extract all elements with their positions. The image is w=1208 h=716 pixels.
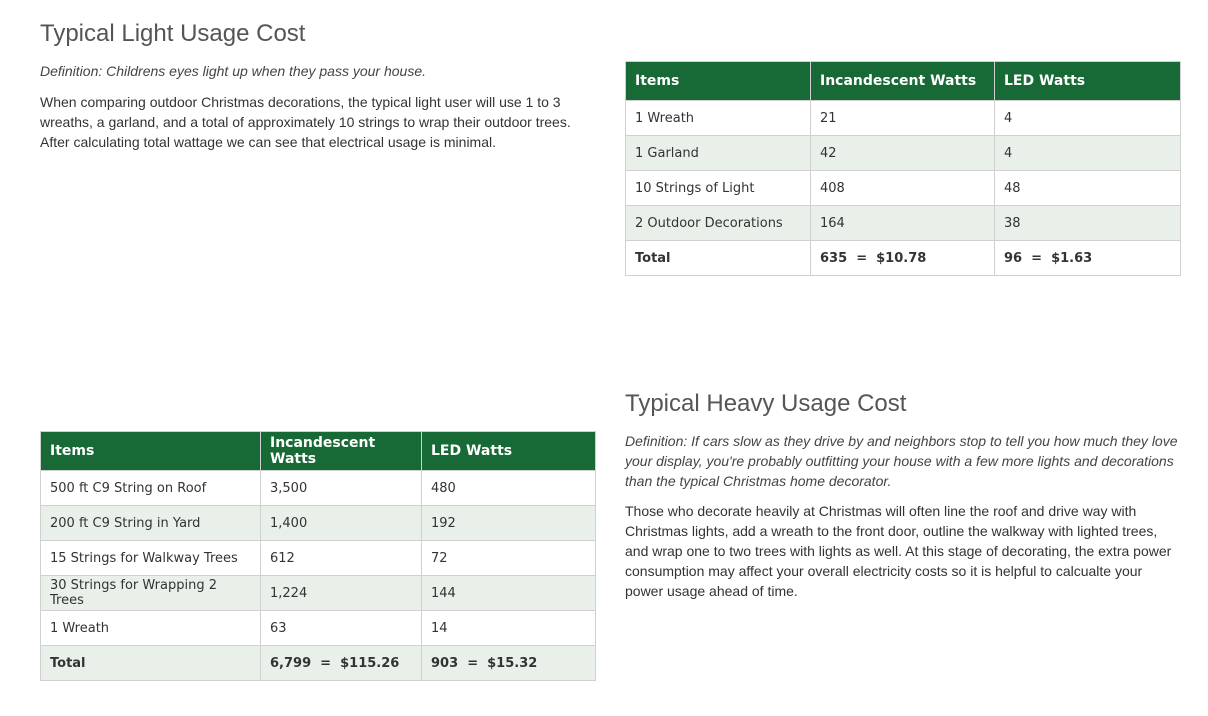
light-usage-title: Typical Light Usage Cost: [40, 20, 306, 47]
total-label: Total: [625, 240, 811, 276]
column-header-items: Items: [40, 431, 261, 471]
light-usage-definition: Definition: Childrens eyes light up when…: [40, 63, 426, 79]
incandescent-cell: 42: [810, 135, 995, 171]
light-usage-section: Typical Light Usage Cost Definition: Chi…: [40, 19, 600, 152]
heavy-usage-definition: Definition: If cars slow as they drive b…: [625, 431, 1195, 491]
heavy-usage-definition-line: your display, you're probably outfitting…: [625, 453, 1174, 469]
total-incandescent: 635 = $10.78: [810, 240, 995, 276]
item-cell: 15 Strings for Walkway Trees: [40, 540, 261, 576]
column-header-incandescent: Incandescent Watts: [260, 431, 422, 471]
table-header-row: Items Incandescent Watts LED Watts: [40, 431, 596, 471]
led-cell: 38: [994, 205, 1181, 241]
heavy-usage-description-line: Christmas lights, add a wreath to the fr…: [625, 523, 1158, 539]
led-cell: 4: [994, 135, 1181, 171]
total-led: 96 = $1.63: [994, 240, 1181, 276]
incandescent-cell: 408: [810, 170, 995, 206]
item-cell: 1 Garland: [625, 135, 811, 171]
column-header-incandescent: Incandescent Watts: [810, 61, 995, 101]
item-cell: 2 Outdoor Decorations: [625, 205, 811, 241]
table-row: 1 Wreath 21 4: [625, 100, 1181, 136]
table-row: 1 Garland 42 4: [625, 135, 1181, 171]
item-cell: 30 Strings for Wrapping 2 Trees: [40, 575, 261, 611]
led-cell: 144: [421, 575, 596, 611]
column-header-led: LED Watts: [421, 431, 596, 471]
column-header-led: LED Watts: [994, 61, 1181, 101]
light-usage-description: When comparing outdoor Christmas decorat…: [40, 92, 600, 152]
heavy-usage-definition-line: than the typical Christmas home decorato…: [625, 473, 892, 489]
total-row: Total 635 = $10.78 96 = $1.63: [625, 240, 1181, 276]
table-row: 1 Wreath 63 14: [40, 610, 596, 646]
total-led: 903 = $15.32: [421, 645, 596, 681]
item-cell: 1 Wreath: [625, 100, 811, 136]
incandescent-cell: 21: [810, 100, 995, 136]
heavy-usage-definition-line: Definition: If cars slow as they drive b…: [625, 433, 1178, 449]
incandescent-cell: 3,500: [260, 470, 422, 506]
light-usage-table: Items Incandescent Watts LED Watts 1 Wre…: [625, 61, 1181, 276]
table-row: 30 Strings for Wrapping 2 Trees 1,224 14…: [40, 575, 596, 611]
table-header-row: Items Incandescent Watts LED Watts: [625, 61, 1181, 101]
table-row: 10 Strings of Light 408 48: [625, 170, 1181, 206]
column-header-items: Items: [625, 61, 811, 101]
table-row: 15 Strings for Walkway Trees 612 72: [40, 540, 596, 576]
item-cell: 10 Strings of Light: [625, 170, 811, 206]
incandescent-cell: 1,400: [260, 505, 422, 541]
heavy-usage-description-line: power usage ahead of time.: [625, 583, 798, 599]
light-usage-description-line: When comparing outdoor Christmas decorat…: [40, 94, 561, 110]
led-cell: 14: [421, 610, 596, 646]
led-cell: 480: [421, 470, 596, 506]
led-cell: 4: [994, 100, 1181, 136]
table-row: 2 Outdoor Decorations 164 38: [625, 205, 1181, 241]
item-cell: 200 ft C9 String in Yard: [40, 505, 261, 541]
incandescent-cell: 63: [260, 610, 422, 646]
incandescent-cell: 164: [810, 205, 995, 241]
light-usage-description-line: After calculating total wattage we can s…: [40, 134, 497, 150]
table-row: 200 ft C9 String in Yard 1,400 192: [40, 505, 596, 541]
item-cell: 1 Wreath: [40, 610, 261, 646]
light-usage-description-line: wreaths, a garland, and a total of appro…: [40, 114, 571, 130]
heavy-usage-title: Typical Heavy Usage Cost: [625, 390, 907, 417]
led-cell: 48: [994, 170, 1181, 206]
incandescent-cell: 1,224: [260, 575, 422, 611]
item-cell: 500 ft C9 String on Roof: [40, 470, 261, 506]
table-row: 500 ft C9 String on Roof 3,500 480: [40, 470, 596, 506]
heavy-usage-description-line: Those who decorate heavily at Christmas …: [625, 503, 1137, 519]
total-row: Total 6,799 = $115.26 903 = $15.32: [40, 645, 596, 681]
led-cell: 72: [421, 540, 596, 576]
incandescent-cell: 612: [260, 540, 422, 576]
led-cell: 192: [421, 505, 596, 541]
heavy-usage-description-line: and wrap one to two trees with lights as…: [625, 543, 1172, 559]
heavy-usage-description: Those who decorate heavily at Christmas …: [625, 501, 1195, 601]
total-incandescent: 6,799 = $115.26: [260, 645, 422, 681]
heavy-usage-section: Typical Heavy Usage Cost Definition: If …: [625, 389, 1195, 601]
heavy-usage-description-line: consumption may affect your overall elec…: [625, 563, 1143, 579]
heavy-usage-table: Items Incandescent Watts LED Watts 500 f…: [40, 431, 596, 681]
total-label: Total: [40, 645, 261, 681]
